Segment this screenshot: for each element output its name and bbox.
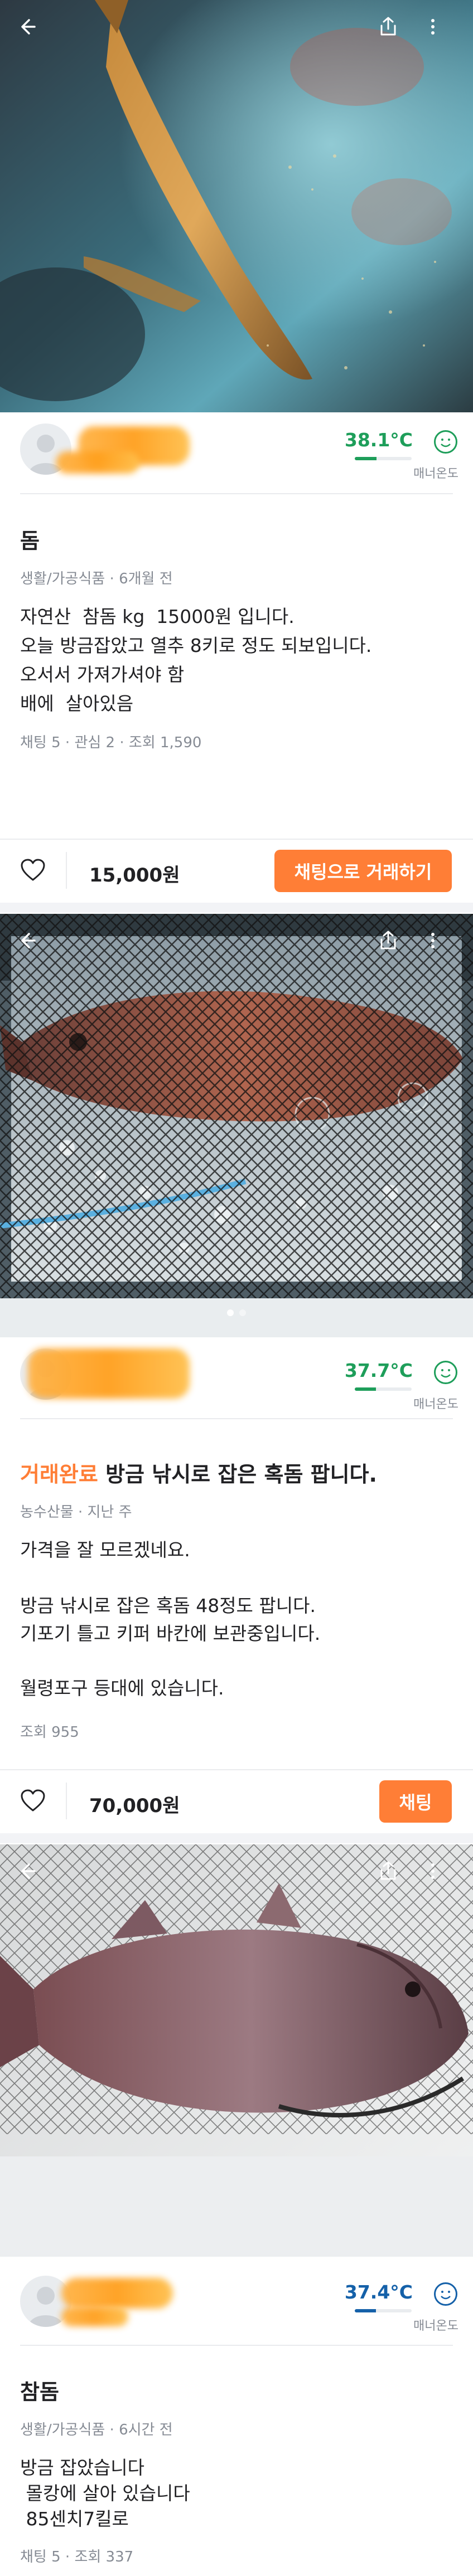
description-line: 자연산 참돔 kg 15000원 입니다.	[20, 606, 295, 627]
description-line: 85센치7킬로	[20, 2508, 129, 2530]
description-line: 방금 잡았습니다	[20, 2457, 145, 2478]
listing-stats: 조회 955	[20, 1724, 79, 1741]
fish-photo-3	[0, 1844, 473, 2257]
listing-title: 돔	[20, 529, 40, 553]
manner-label: 매너온도	[413, 1397, 458, 1411]
photo-pagination	[0, 1309, 473, 1316]
temperature-bar-fill	[355, 2309, 377, 2312]
listing-meta: 생활/가공식품 · 6시간 전	[20, 2422, 173, 2438]
description-line: 기포기 틀고 키퍼 바칸에 보관중입니다.	[20, 1623, 321, 1644]
listing-stats: 채팅 5 · 관심 2 · 조회 1,590	[20, 734, 202, 751]
more-button[interactable]	[419, 927, 446, 954]
divider	[66, 852, 67, 889]
temperature-bar	[355, 2309, 412, 2312]
description-line: 배에 살아있음	[20, 693, 134, 714]
heart-outline-icon[interactable]	[20, 1789, 46, 1813]
more-button[interactable]	[419, 1858, 446, 1884]
more-vertical-icon	[431, 19, 435, 35]
back-arrow-icon	[21, 933, 36, 948]
sold-status-badge: 거래완료	[20, 1462, 98, 1487]
share-button[interactable]	[375, 927, 402, 954]
share-icon	[380, 17, 396, 36]
seller-profile-3[interactable]: 37.4°C 매너온도	[0, 2257, 473, 2340]
listing-title-row: 거래완료 방금 낚시로 잡은 혹돔 팝니다.	[20, 1457, 377, 1488]
manner-temperature: 38.1°C	[344, 429, 413, 451]
redacted-nickname	[61, 2278, 173, 2309]
share-button[interactable]	[375, 13, 402, 40]
listing-3-photo[interactable]	[0, 1844, 473, 2257]
description-line: 방금 낚시로 잡은 혹돔 48정도 팝니다.	[20, 1595, 316, 1616]
temperature-bar	[355, 1387, 412, 1391]
smile-face-icon	[434, 2282, 457, 2306]
description-line: 오서서 가져가셔야 함	[20, 664, 185, 685]
fish-photo-1	[0, 0, 473, 412]
chat-trade-button[interactable]: 채팅으로 거래하기	[274, 850, 452, 892]
more-vertical-icon	[431, 1863, 435, 1879]
description-line: 오늘 방금잡았고 열추 8키로 정도 되보입니다.	[20, 635, 372, 656]
listing-stats: 채팅 5 · 조회 337	[20, 2549, 134, 2565]
share-icon	[380, 931, 396, 949]
redacted-location	[61, 2307, 128, 2326]
share-icon	[380, 1861, 396, 1880]
listing-title: 방금 낚시로 잡은 혹돔 팝니다.	[105, 1462, 377, 1487]
description-line: 월령포구 등대에 있습니다.	[20, 1677, 224, 1699]
seller-profile-2[interactable]: 37.7°C 매너온도	[0, 1337, 473, 1411]
smile-face-icon	[434, 1361, 457, 1384]
share-button[interactable]	[375, 1858, 402, 1884]
back-arrow-icon	[21, 1863, 36, 1879]
price: 15,000원	[89, 864, 180, 887]
listing-meta: 농수산물 · 지난 주	[20, 1504, 132, 1521]
heart-outline-icon[interactable]	[20, 859, 46, 882]
bottom-action-bar-2: 70,000원 채팅	[0, 1769, 473, 1832]
back-button[interactable]	[13, 927, 40, 954]
listing-title: 참돔	[20, 2380, 59, 2404]
fish-photo-2	[0, 914, 473, 1337]
more-button[interactable]	[419, 13, 446, 40]
manner-temperature: 37.7°C	[344, 1360, 413, 1381]
section-gap	[0, 903, 473, 913]
divider	[20, 2345, 453, 2346]
manner-label: 매너온도	[413, 467, 458, 481]
description-line: 가격을 잘 모르겠네요.	[20, 1539, 190, 1561]
listing-meta: 생활/가공식품 · 6개월 전	[20, 571, 173, 587]
price: 70,000원	[89, 1795, 180, 1817]
back-button[interactable]	[13, 1858, 40, 1884]
more-vertical-icon	[431, 933, 435, 948]
temperature-bar	[355, 457, 412, 460]
redacted-location	[56, 451, 139, 474]
back-arrow-icon	[21, 19, 36, 35]
smile-face-icon	[434, 430, 457, 454]
temperature-bar-fill	[355, 1387, 377, 1391]
description-line: 몰캉에 살아 있습니다	[20, 2482, 190, 2504]
bottom-action-bar-1: 15,000원 채팅으로 거래하기	[0, 839, 473, 901]
chat-button[interactable]: 채팅	[379, 1780, 452, 1823]
manner-temperature: 37.4°C	[344, 2281, 413, 2303]
listing-2-photo[interactable]	[0, 914, 473, 1337]
divider	[20, 1418, 453, 1419]
section-gap	[0, 1833, 473, 1843]
back-button[interactable]	[13, 13, 40, 40]
divider	[66, 1783, 67, 1819]
seller-profile-1[interactable]: 38.1°C 매너온도	[0, 412, 473, 485]
listing-1-photo[interactable]	[0, 0, 473, 412]
redacted-nickname	[28, 1348, 190, 1399]
temperature-bar-fill	[355, 457, 377, 460]
manner-label: 매너온도	[413, 2319, 458, 2333]
divider	[20, 493, 453, 494]
